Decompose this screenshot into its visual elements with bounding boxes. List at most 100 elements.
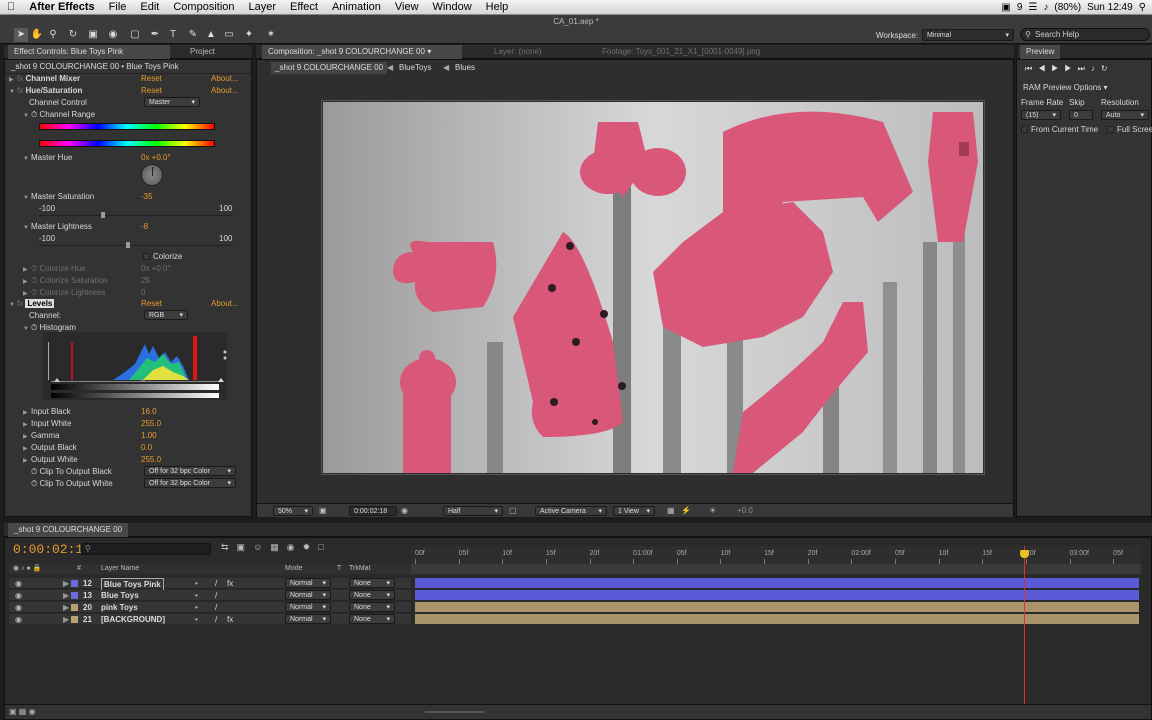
- trkmat-select[interactable]: None ▾: [349, 590, 395, 600]
- fx-icon[interactable]: fx: [17, 86, 23, 95]
- skip-select[interactable]: 0: [1069, 110, 1093, 120]
- frame-rate-select[interactable]: (15) ▾: [1021, 110, 1061, 120]
- shy-switch-icon[interactable]: •: [195, 614, 198, 625]
- blend-mode-select[interactable]: Normal ▾: [285, 602, 331, 612]
- gamma-value[interactable]: 1.00: [141, 430, 157, 441]
- flowchart-comp[interactable]: _shot 9 COLOURCHANGE 00: [271, 62, 388, 74]
- flowchart-bluetoys[interactable]: BlueToys: [399, 62, 431, 74]
- eye-icon[interactable]: ◉: [15, 614, 22, 625]
- layer-name[interactable]: pink Toys: [101, 602, 138, 613]
- clip-white-select[interactable]: Off for 32 bpc Color ▾: [144, 478, 236, 488]
- fx-switch[interactable]: fx: [227, 614, 233, 625]
- channel-mixer-reset[interactable]: Reset: [141, 73, 162, 84]
- search-help-input[interactable]: ⚲ Search Help: [1020, 28, 1150, 41]
- shy-switch-icon[interactable]: •: [195, 578, 198, 589]
- type-tool-icon[interactable]: T: [166, 28, 180, 42]
- tab-layer[interactable]: Layer: (none): [488, 45, 548, 59]
- rectangle-tool-icon[interactable]: ▢: [128, 28, 142, 42]
- full-screen-checkbox[interactable]: [1107, 126, 1114, 133]
- master-hue-value[interactable]: 0x +0.0°: [141, 152, 171, 163]
- ram-preview-options[interactable]: RAM Preview Options ▾: [1023, 82, 1108, 93]
- brush-tool-icon[interactable]: ✎: [186, 28, 200, 42]
- input-black-value[interactable]: 16.0: [141, 406, 157, 417]
- quality-switch-icon[interactable]: /: [215, 602, 217, 613]
- master-lightness-value[interactable]: -8: [141, 221, 148, 232]
- layer-row[interactable]: ◉ ▶ 13 Blue Toys • / Normal ▾ None ▾: [9, 590, 411, 601]
- tab-preview[interactable]: Preview: [1020, 45, 1061, 59]
- hand-tool-icon[interactable]: ✋: [30, 28, 44, 42]
- layer-duration-bar[interactable]: [415, 590, 1139, 600]
- play-icon[interactable]: ▶: [1051, 64, 1064, 73]
- fast-preview-icon[interactable]: ⚡: [681, 506, 691, 515]
- puppet-tool-icon[interactable]: ✶: [264, 28, 278, 42]
- screen-icon[interactable]: ▣: [1001, 2, 1010, 13]
- expand-triangle-icon[interactable]: ▶: [63, 590, 69, 601]
- volume-icon[interactable]: ♪: [1043, 2, 1048, 13]
- hue-saturation-about[interactable]: About...: [211, 85, 239, 96]
- input-white-value[interactable]: 255.0: [141, 418, 161, 429]
- safe-zones-icon[interactable]: ▣: [319, 506, 327, 515]
- tab-timeline[interactable]: _shot 9 COLOURCHANGE 00: [8, 523, 129, 537]
- apple-icon[interactable]: : [0, 0, 22, 15]
- pen-tool-icon[interactable]: ✒: [148, 28, 162, 42]
- motion-blur-icon[interactable]: ◉: [287, 542, 303, 552]
- output-white-value[interactable]: 255.0: [141, 454, 161, 465]
- viewer-timecode[interactable]: 0:00:02:18: [349, 506, 397, 516]
- histogram-graph[interactable]: [43, 332, 227, 400]
- menu-window[interactable]: Window: [426, 0, 479, 15]
- lightness-slider-handle[interactable]: [126, 242, 130, 248]
- brainstorm-icon[interactable]: ✹: [303, 542, 319, 552]
- blend-mode-select[interactable]: Normal ▾: [285, 578, 331, 588]
- layer-row[interactable]: ◉ ▶ 20 pink Toys • / Normal ▾ None ▾: [9, 602, 411, 613]
- menu-effect[interactable]: Effect: [283, 0, 325, 15]
- label-color-swatch[interactable]: [71, 616, 78, 623]
- tab-project[interactable]: Project: [184, 45, 221, 59]
- levels-reset[interactable]: Reset: [141, 298, 162, 309]
- layer-row[interactable]: ◉ ▶ 21 [BACKGROUND] • / fx Normal ▾ None ▾: [9, 614, 411, 625]
- clip-black-select[interactable]: Off for 32 bpc Color ▾: [144, 466, 236, 476]
- hue-saturation-reset[interactable]: Reset: [141, 85, 162, 96]
- levels-about[interactable]: About...: [211, 298, 239, 309]
- timeline-timecode[interactable]: 0:00:02:18: [13, 542, 91, 557]
- selection-tool-icon[interactable]: ➤: [14, 28, 28, 42]
- shy-switch-icon[interactable]: •: [195, 590, 198, 601]
- shy-switch-icon[interactable]: •: [195, 602, 198, 613]
- layer-row[interactable]: ◉ ▶ 12 Blue Toys Pink • / fx Normal ▾ None ▾: [9, 578, 411, 591]
- shy-layers-icon[interactable]: ☺: [253, 542, 270, 552]
- eye-icon[interactable]: ◉: [15, 578, 22, 589]
- quality-switch-icon[interactable]: /: [215, 578, 217, 589]
- playhead-handle[interactable]: [1020, 550, 1029, 558]
- frame-blending-icon[interactable]: ▦: [270, 542, 287, 552]
- camera-select[interactable]: Active Camera ▾: [535, 506, 607, 516]
- spotlight-icon[interactable]: ⚲: [1139, 2, 1146, 13]
- master-saturation-value[interactable]: -35: [141, 191, 153, 202]
- composition-viewer[interactable]: [323, 102, 983, 473]
- channel-control-select[interactable]: Master ▾: [144, 97, 200, 107]
- work-area-bar[interactable]: [411, 564, 1141, 574]
- tab-footage[interactable]: Footage: Toys_001_21_X1_[0001-0049].png: [596, 45, 766, 59]
- battery-label[interactable]: (80%): [1054, 2, 1081, 13]
- resolution-preview-select[interactable]: Auto ▾: [1101, 110, 1149, 120]
- master-hue-dial[interactable]: [141, 164, 163, 186]
- flowchart-blues[interactable]: Blues: [455, 62, 475, 74]
- saturation-slider-handle[interactable]: [101, 212, 105, 218]
- layer-duration-bar[interactable]: [415, 578, 1139, 588]
- draft-3d-icon[interactable]: ▣: [237, 542, 254, 552]
- levels-channel-select[interactable]: RGB ▾: [144, 310, 188, 320]
- menu-help[interactable]: Help: [479, 0, 516, 15]
- app-menu[interactable]: After Effects: [22, 0, 101, 15]
- toggle-switches-icon[interactable]: ▣ ▦ ◉: [9, 707, 36, 716]
- toggle-pixel-aspect-icon[interactable]: ▦: [667, 506, 675, 515]
- track-area[interactable]: [411, 574, 1141, 704]
- layer-name[interactable]: Blue Toys: [101, 590, 139, 601]
- views-select[interactable]: 1 View ▾: [613, 506, 655, 516]
- eraser-tool-icon[interactable]: ▭: [222, 28, 236, 42]
- first-frame-icon[interactable]: ⏮: [1025, 64, 1038, 73]
- channel-mixer-about[interactable]: About...: [211, 73, 239, 84]
- snapshot-icon[interactable]: ◉: [401, 506, 408, 515]
- col-layer-name[interactable]: Layer Name: [101, 564, 139, 574]
- expand-triangle-icon[interactable]: ▶: [63, 614, 69, 625]
- notification-badge[interactable]: 9: [1017, 2, 1023, 13]
- menu-edit[interactable]: Edit: [133, 0, 166, 15]
- layer-duration-bar[interactable]: [415, 602, 1139, 612]
